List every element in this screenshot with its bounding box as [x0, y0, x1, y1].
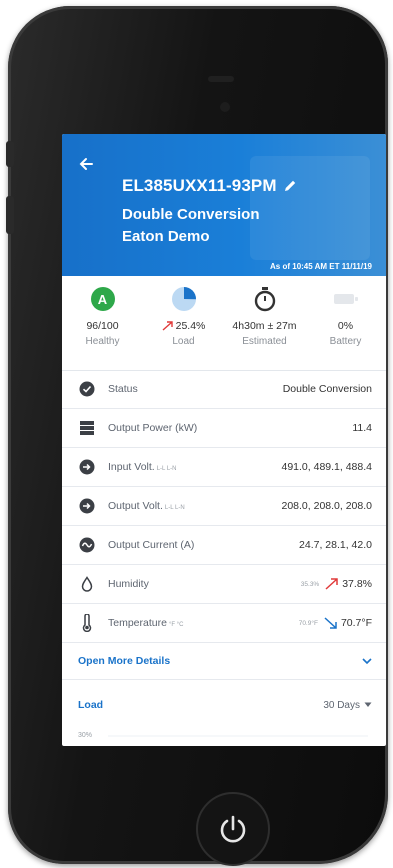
row-output-power[interactable]: Output Power (kW) 11.4 [62, 409, 386, 448]
check-circle-icon [79, 381, 95, 397]
stopwatch-icon [254, 287, 275, 312]
load-value: 25.4% [175, 320, 206, 332]
input-plug-icon [79, 459, 95, 475]
load-chart-bars [108, 735, 368, 737]
row-output-current[interactable]: Output Current (A) 24.7, 28.1, 42.0 [62, 526, 386, 565]
kpi-load[interactable]: 25.4% Load [146, 276, 222, 370]
home-button[interactable] [196, 792, 270, 866]
row-value: 208.0, 208.0, 208.0 [281, 500, 373, 512]
unit-toggle[interactable]: °F °C [169, 622, 183, 628]
timestamp: As of 10:45 AM ET 11/11/19 [270, 262, 372, 271]
pencil-icon[interactable] [283, 179, 297, 193]
row-label: Output Volt. [108, 500, 163, 512]
row-temperature[interactable]: Temperature °F °C 70.9°F 70.7°F [62, 604, 386, 643]
device-site: Eaton Demo [122, 228, 210, 245]
voltage-toggle[interactable]: L-L L-N [165, 505, 185, 511]
thermometer-icon [82, 614, 92, 632]
chevron-down-icon [362, 658, 372, 665]
kpi-battery[interactable]: 0% Battery [308, 276, 384, 370]
row-status[interactable]: Status Double Conversion [62, 370, 386, 409]
row-humidity[interactable]: Humidity 35.3% 37.8% [62, 565, 386, 604]
row-value: 37.8% [342, 578, 372, 590]
mute-switch [6, 141, 14, 167]
kpi-strip: A 96/100 Healthy 25.4% Load 4h30m ± 27m … [62, 276, 386, 371]
previous-value: 70.9°F [298, 619, 318, 627]
load-label: Load [172, 336, 195, 347]
row-label: Input Volt. [108, 461, 155, 473]
front-camera [220, 102, 230, 112]
open-more-details-label: Open More Details [78, 655, 171, 667]
load-section-header: Load 30 Days [62, 680, 386, 730]
trend-up-icon [325, 578, 338, 590]
device-title: EL385UXX11-93PM [122, 176, 277, 195]
row-value: Double Conversion [282, 383, 372, 395]
earpiece-speaker [208, 76, 234, 82]
row-label: Humidity [108, 578, 149, 590]
header-device-image [250, 156, 370, 260]
estimated-label: Estimated [242, 336, 287, 347]
kpi-health[interactable]: A 96/100 Healthy [65, 276, 141, 370]
load-chart: 30% [62, 730, 386, 746]
row-value: 11.4 [352, 422, 372, 434]
voltage-toggle[interactable]: L-L L-N [157, 466, 177, 472]
row-label: Output Power (kW) [108, 422, 198, 434]
droplet-icon [81, 576, 93, 592]
power-stack-icon [80, 421, 94, 435]
health-grade-badge: A [90, 287, 115, 311]
arrow-left-icon [79, 158, 93, 170]
trend-down-icon [324, 617, 337, 629]
battery-label: Battery [329, 336, 362, 347]
phone-frame: EL385UXX11-93PM Double Conversion Eaton … [6, 6, 388, 866]
output-plug-icon [79, 498, 95, 514]
back-button[interactable] [76, 154, 96, 174]
range-value: 30 Days [323, 699, 360, 711]
battery-value: 0% [337, 320, 354, 332]
row-input-voltage[interactable]: Input Volt. L-L L-N 491.0, 489.1, 488.4 [62, 448, 386, 487]
row-value: 24.7, 28.1, 42.0 [299, 539, 372, 551]
device-mode: Double Conversion [122, 206, 260, 223]
health-score: 96/100 [86, 320, 119, 332]
row-output-voltage[interactable]: Output Volt. L-L L-N 208.0, 208.0, 208.0 [62, 487, 386, 526]
app-screen: EL385UXX11-93PM Double Conversion Eaton … [62, 134, 386, 746]
previous-value: 35.3% [300, 580, 320, 588]
device-header: EL385UXX11-93PM Double Conversion Eaton … [62, 134, 386, 276]
health-label: Healthy [85, 336, 120, 347]
load-pie-icon [171, 287, 196, 311]
wave-icon [79, 537, 95, 553]
device-title-row: EL385UXX11-93PM [122, 176, 297, 196]
battery-icon [333, 294, 358, 304]
volume-up-button [6, 196, 14, 234]
row-value: 70.7°F [340, 617, 372, 629]
open-more-details[interactable]: Open More Details [62, 643, 386, 680]
power-icon [220, 815, 246, 843]
kpi-estimated[interactable]: 4h30m ± 27m Estimated [227, 276, 303, 370]
row-label: Output Current (A) [108, 539, 195, 551]
range-dropdown[interactable]: 30 Days [323, 700, 372, 711]
row-value: 491.0, 489.1, 488.4 [281, 461, 373, 473]
metrics-list: Status Double Conversion Output Power (k… [62, 370, 386, 746]
row-label: Status [108, 383, 138, 395]
row-label: Temperature [108, 617, 167, 629]
trend-up-icon [162, 321, 173, 331]
caret-down-icon [364, 702, 372, 707]
estimated-runtime: 4h30m ± 27m [232, 320, 297, 332]
load-section-title: Load [78, 699, 104, 711]
